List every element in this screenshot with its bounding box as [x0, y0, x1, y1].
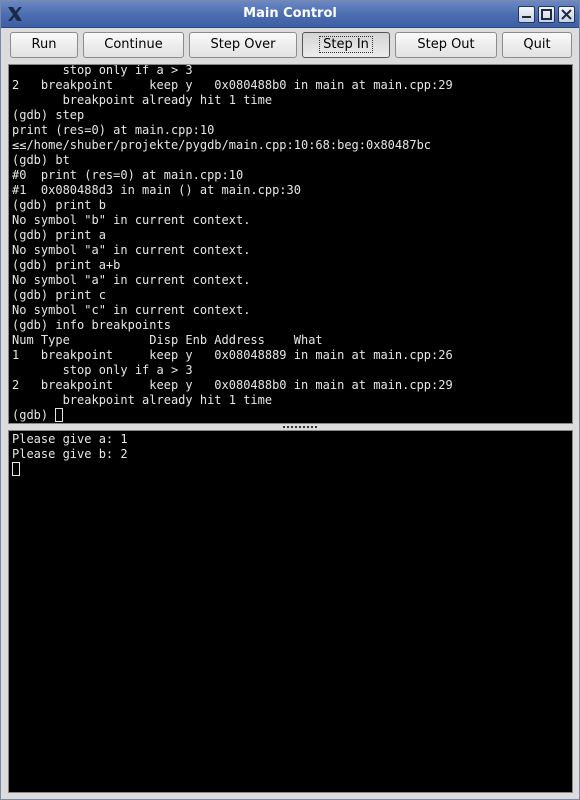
step-in-button-label: Step In — [319, 36, 373, 53]
gdb-output-line: 2 breakpoint keep y 0x080488b0 in main a… — [12, 78, 453, 92]
gdb-output-line: Num Type Disp Enb Address What — [12, 333, 323, 347]
gdb-cursor — [55, 408, 64, 422]
gdb-output-line: (gdb) info breakpoints — [12, 318, 171, 332]
gdb-output-line: 2 breakpoint keep y 0x080488b0 in main a… — [12, 378, 453, 392]
splitter-grip-icon[interactable] — [283, 426, 317, 428]
close-button[interactable] — [558, 6, 575, 23]
gdb-output-line: No symbol "b" in current context. — [12, 213, 251, 227]
quit-button[interactable]: Quit — [502, 32, 572, 58]
gdb-prompt: (gdb) — [12, 408, 56, 422]
gdb-output-line: #0 print (res=0) at main.cpp:10 — [12, 168, 244, 182]
gdb-output-line: (gdb) step — [12, 108, 85, 122]
run-button[interactable]: Run — [10, 32, 78, 58]
run-button-label: Run — [31, 37, 57, 52]
gdb-prompt-line[interactable]: (gdb) — [12, 408, 453, 423]
program-output-line: Please give a: 1 — [12, 432, 128, 446]
gdb-output-line: (gdb) print a+b — [12, 258, 121, 272]
gdb-output-line: breakpoint already hit 1 time — [12, 93, 273, 107]
gdb-output-line: 1 breakpoint keep y 0x08048889 in main a… — [12, 348, 453, 362]
gdb-output-line: ≤≤/home/shuber/projekte/pygdb/main.cpp:1… — [12, 138, 432, 152]
step-out-button-label: Step Out — [417, 37, 475, 52]
gdb-output-line: No symbol "a" in current context. — [12, 273, 251, 287]
step-out-button[interactable]: Step Out — [395, 32, 497, 58]
debug-toolbar: Run Continue Step Over Step In Step Out … — [1, 29, 579, 61]
gdb-output-line: (gdb) print b — [12, 198, 106, 212]
gdb-output-line: (gdb) print c — [12, 288, 106, 302]
window-title: Main Control — [243, 6, 337, 21]
gdb-output-line: breakpoint already hit 1 time — [12, 393, 273, 407]
gdb-output-line: (gdb) bt — [12, 153, 70, 167]
gdb-console-lines: stop only if a > 32 breakpoint keep y 0x… — [12, 64, 453, 423]
gdb-output-line: print (res=0) at main.cpp:10 — [12, 123, 215, 137]
gdb-output-line: #1 0x080488d3 in main () at main.cpp:30 — [12, 183, 301, 197]
continue-button-label: Continue — [104, 37, 163, 52]
gdb-output-line: stop only if a > 3 — [12, 64, 193, 77]
main-control-window: Main Control Run Continue Step Over Step… — [0, 0, 580, 800]
step-over-button[interactable]: Step Over — [189, 32, 297, 58]
step-over-button-label: Step Over — [210, 37, 276, 52]
gdb-output-line: No symbol "a" in current context. — [12, 243, 251, 257]
program-output-line: Please give b: 2 — [12, 447, 128, 461]
maximize-button[interactable] — [538, 6, 555, 23]
minimize-button[interactable] — [518, 6, 535, 23]
program-cursor — [12, 462, 20, 476]
gdb-output-line: No symbol "c" in current context. — [12, 303, 251, 317]
gdb-output-line: (gdb) print a — [12, 228, 106, 242]
gdb-console[interactable]: stop only if a > 32 breakpoint keep y 0x… — [8, 64, 573, 424]
quit-button-label: Quit — [523, 37, 551, 52]
step-in-button[interactable]: Step In — [302, 32, 390, 58]
gdb-output-line: stop only if a > 3 — [12, 363, 193, 377]
continue-button[interactable]: Continue — [83, 32, 184, 58]
titlebar[interactable]: Main Control — [1, 1, 579, 28]
program-input-line[interactable] — [12, 462, 572, 477]
program-output-console[interactable]: Please give a: 1 Please give b: 2 — [8, 430, 573, 793]
